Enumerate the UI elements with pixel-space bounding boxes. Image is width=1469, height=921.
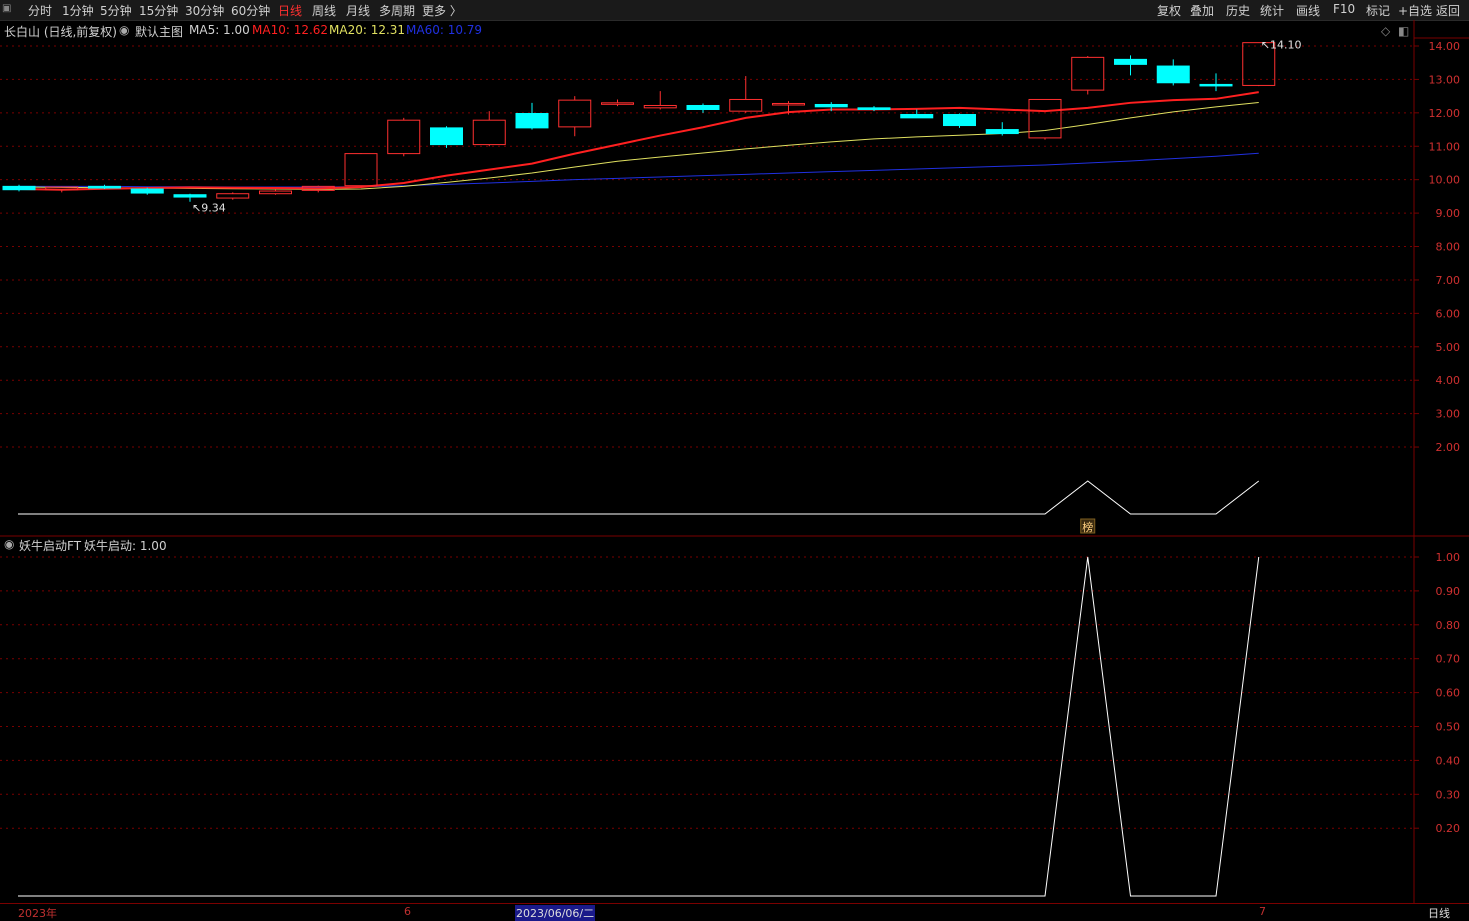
stock-title: 长白山 (日线,前复权) — [4, 25, 117, 39]
price-tick-label: 10.00 — [1429, 174, 1461, 187]
bang-marker-box — [1080, 518, 1096, 534]
price-tick-label: 6.00 — [1436, 307, 1461, 320]
stats-button[interactable]: 统计 — [1260, 2, 1284, 19]
price-tick-label: 11.00 — [1429, 140, 1461, 153]
candle-body — [88, 185, 121, 189]
ma20-line — [18, 101, 1259, 190]
price-tick-label: 12.00 — [1429, 107, 1461, 120]
period-multi[interactable]: 多周期 — [379, 2, 415, 19]
period-weekly[interactable]: 周线 — [312, 2, 336, 19]
candle-body — [1199, 83, 1233, 87]
history-button[interactable]: 历史 — [1226, 2, 1250, 19]
ma5-value: MA5: 1.00 — [189, 23, 250, 37]
candle-body — [1156, 65, 1190, 84]
candle-body — [2, 185, 36, 191]
period-15min[interactable]: 15分钟 — [139, 2, 178, 19]
indicator-value: 妖牛启动: 1.00 — [84, 539, 167, 553]
kline-chart[interactable]: 14.00 13.00 12.00 11.00 10.00 9.00 8.00 7.00 6.0… — [0, 0, 1469, 919]
candle-body — [686, 104, 720, 110]
candle-body — [259, 190, 292, 195]
sub-tick-label: 0.30 — [1436, 788, 1461, 801]
draw-button[interactable]: 画线 — [1296, 2, 1320, 19]
add-watchlist-button[interactable]: +自选 — [1398, 2, 1432, 19]
signal-line-sub — [18, 556, 1260, 897]
candle-body — [772, 102, 805, 106]
candle-body — [1071, 56, 1105, 91]
sub-tick-label: 0.60 — [1436, 687, 1461, 700]
candle-body — [301, 185, 335, 191]
candle-body — [344, 153, 378, 187]
period-5min[interactable]: 5分钟 — [100, 2, 132, 19]
price-tick-label: 3.00 — [1436, 408, 1461, 421]
candle-body — [729, 98, 763, 112]
price-tick-label: 4.00 — [1436, 374, 1461, 387]
candle-body — [45, 186, 79, 191]
mark-button[interactable]: 标记 — [1366, 2, 1390, 19]
period-1min[interactable]: 1分钟 — [62, 2, 94, 19]
candle-body — [173, 194, 207, 198]
signal-line-main — [18, 480, 1260, 515]
price-tick-label: 2.00 — [1436, 441, 1461, 454]
high-price-label: ↖14.10 — [1261, 39, 1302, 52]
sub-tick-label: 0.80 — [1436, 619, 1461, 632]
candle-body — [472, 119, 506, 146]
indicator-name[interactable]: 妖牛启动FT — [19, 537, 81, 554]
candle-body — [387, 119, 421, 155]
ma10-line — [18, 91, 1259, 191]
fuquan-button[interactable]: 复权 — [1157, 2, 1181, 19]
candle-body — [943, 114, 976, 127]
ma20-value: MA20: 12.31 — [329, 23, 406, 37]
indicator-toggle-icon[interactable]: ◉ — [4, 537, 14, 551]
template-label[interactable]: 默认主图 — [135, 23, 183, 40]
overlay-button[interactable]: 叠加 — [1190, 2, 1214, 19]
candle-body — [515, 113, 549, 129]
price-tick-label: 14.00 — [1429, 40, 1461, 53]
candle-body — [814, 103, 848, 108]
candle-body — [1242, 42, 1276, 86]
month-label-6: 6 — [404, 905, 411, 918]
candle-body — [1114, 58, 1147, 65]
candle-body — [558, 99, 592, 128]
window-menu-icon[interactable]: ▣ — [2, 3, 16, 15]
ma10-value: MA10: 12.62 — [252, 23, 329, 37]
bang-marker: 榜 — [1082, 520, 1093, 534]
sub-tick-label: 0.40 — [1436, 754, 1461, 767]
panel-toggle-icon[interactable]: ◧ — [1398, 24, 1409, 38]
period-fenshi[interactable]: 分时 — [28, 2, 52, 19]
sub-tick-label: 0.20 — [1436, 822, 1461, 835]
sub-tick-label: 0.50 — [1436, 721, 1461, 734]
period-30min[interactable]: 30分钟 — [185, 2, 224, 19]
candle-body — [1028, 98, 1062, 139]
candle-body — [601, 102, 634, 105]
price-tick-label: 13.00 — [1429, 73, 1461, 86]
price-tick-label: 9.00 — [1436, 207, 1461, 220]
sub-tick-label: 0.70 — [1436, 653, 1461, 666]
template-toggle-icon[interactable]: ◉ — [119, 23, 129, 37]
ma60-value: MA60: 10.79 — [406, 23, 483, 37]
candle-body — [643, 104, 677, 109]
low-price-label: ↖9.34 — [192, 202, 226, 215]
f10-button[interactable]: F10 — [1333, 2, 1355, 16]
price-tick-label: 7.00 — [1436, 274, 1461, 287]
sub-tick-label: 1.00 — [1436, 551, 1461, 564]
candle-body — [430, 127, 463, 146]
date-axis: 2023年 6 2023/06/06/二 7 日线 — [0, 903, 1469, 921]
period-60min[interactable]: 60分钟 — [231, 2, 270, 19]
candle-body — [130, 188, 164, 194]
ma60-line — [19, 152, 1259, 188]
month-label-7: 7 — [1259, 905, 1266, 918]
sub-tick-label: 0.90 — [1436, 585, 1461, 598]
price-tick-label: 8.00 — [1436, 241, 1461, 254]
diamond-icon[interactable]: ◇ — [1381, 24, 1390, 38]
candle-body — [985, 129, 1019, 135]
candle-body — [900, 114, 934, 119]
period-toolbar: ▣ 分时 1分钟 5分钟 15分钟 30分钟 60分钟 日线 周线 月线 多周期… — [0, 0, 1469, 21]
back-button[interactable]: 返回 — [1436, 2, 1460, 19]
candle-body — [216, 193, 250, 199]
period-monthly[interactable]: 月线 — [346, 2, 370, 19]
candle-body — [857, 107, 891, 110]
period-daily[interactable]: 日线 — [278, 2, 302, 19]
price-tick-label: 5.00 — [1436, 341, 1461, 354]
period-more[interactable]: 更多 〉 — [422, 2, 462, 19]
